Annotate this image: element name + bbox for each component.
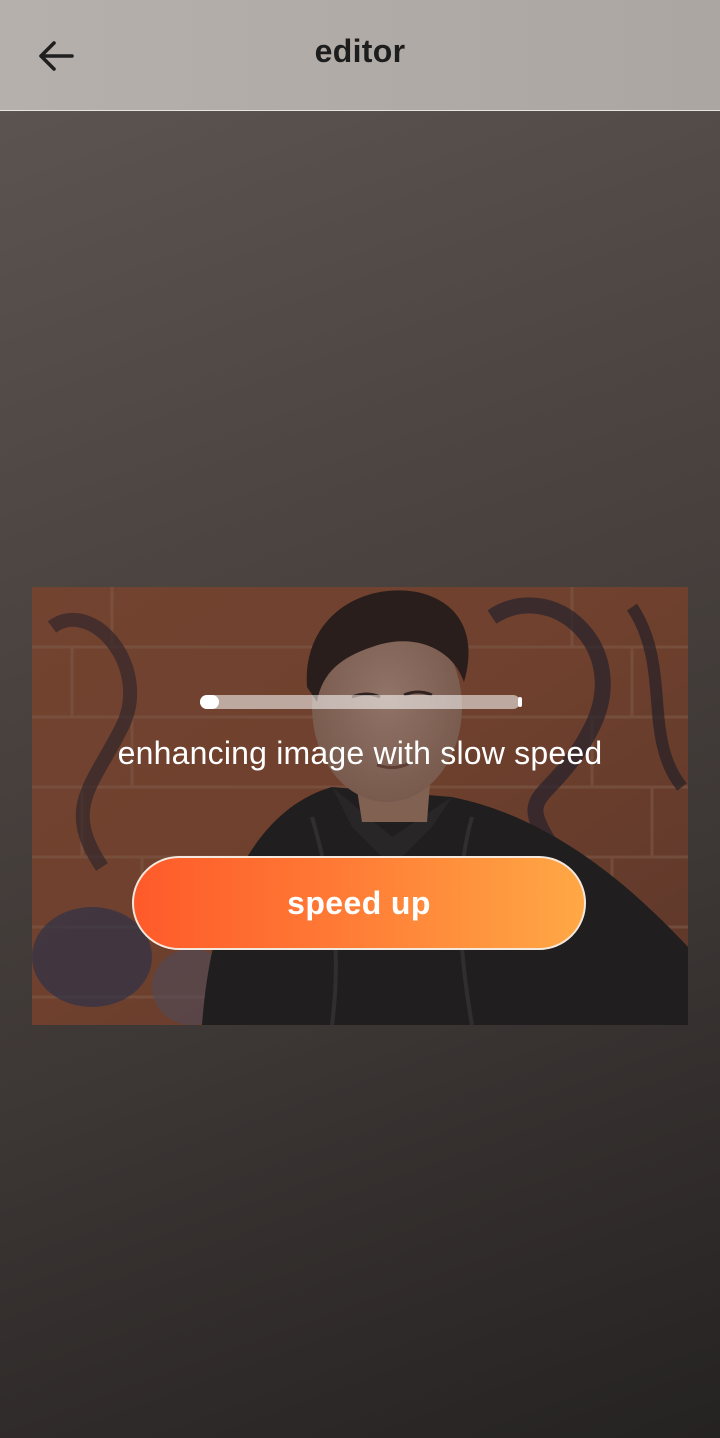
status-text: enhancing image with slow speed [117,735,603,771]
progress-bar [200,695,522,709]
app-bar: editor [0,0,720,111]
speed-up-button[interactable]: speed up [132,856,586,950]
processing-overlay: enhancing image with slow speed speed up [32,587,688,1025]
page-title: editor [314,33,406,69]
progress-bar-fill [200,695,220,709]
progress-bar-end-marker [518,697,522,707]
photo-preview: enhancing image with slow speed speed up [32,587,688,1025]
